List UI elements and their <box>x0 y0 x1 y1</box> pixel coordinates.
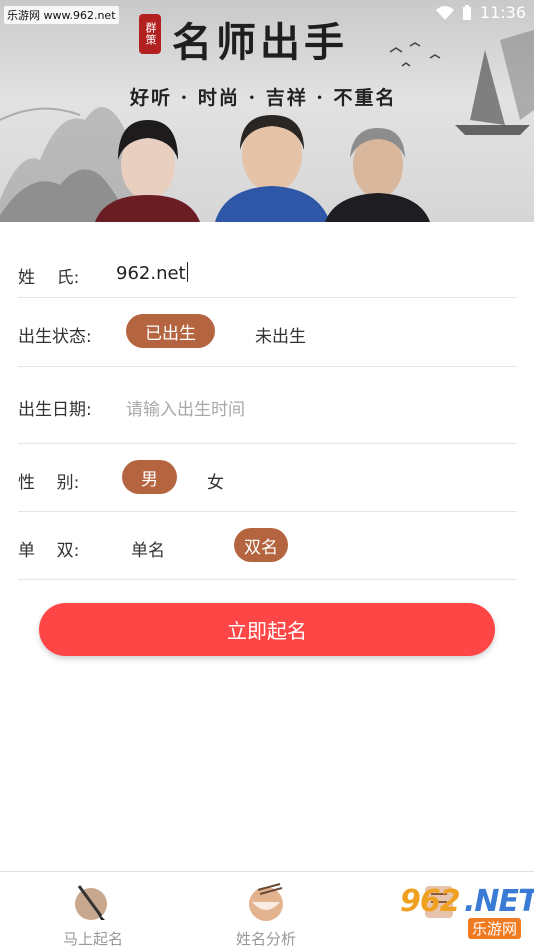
double-name-option[interactable]: 双名 <box>234 528 288 562</box>
text-cursor <box>186 262 188 282</box>
banner-slogan: 好听 · 时尚 · 吉祥 · 不重名 <box>130 87 397 109</box>
birth-date-input[interactable]: 请输入出生时间 <box>126 395 245 420</box>
surname-label: 姓 氏: <box>18 268 80 288</box>
nav-item-quick-naming[interactable]: 马上起名 <box>38 878 148 948</box>
watermark-net: .NET <box>464 884 534 919</box>
surname-input[interactable]: 962.net <box>116 262 188 284</box>
surname-row: 姓 氏: 962.net <box>18 222 517 298</box>
status-time: 11:36 <box>479 3 526 22</box>
banner-title: 名师出手 <box>172 19 348 66</box>
gender-male-option[interactable]: 男 <box>122 460 177 494</box>
nav-label-quick-naming: 马上起名 <box>62 930 123 948</box>
gender-female-option[interactable]: 女 <box>207 468 224 493</box>
name-length-label: 单 双: <box>18 541 80 561</box>
birth-date-label: 出生日期: <box>18 400 92 420</box>
gender-row: 性 别: 男 女 <box>18 444 517 512</box>
battery-icon <box>462 4 471 20</box>
start-naming-button[interactable]: 立即起名 <box>39 603 495 656</box>
birth-status-row: 出生状态: 已出生 未出生 <box>18 298 517 367</box>
bowl-icon <box>249 883 283 921</box>
teacher-portrait-right <box>325 128 430 222</box>
nav-label-name-analysis: 姓名分析 <box>235 930 296 948</box>
site-logo-watermark: 962 .NET 乐游网 <box>398 880 534 942</box>
birth-status-label: 出生状态: <box>18 327 92 347</box>
birth-date-row: 出生日期: 请输入出生时间 <box>18 367 517 444</box>
surname-value: 962.net <box>116 263 186 284</box>
gender-label: 性 别: <box>18 473 80 493</box>
teacher-portrait-center <box>215 115 330 222</box>
seal-stamp: 群策 <box>139 14 161 54</box>
naming-form: 姓 氏: 962.net 出生状态: 已出生 未出生 出生日期: 请输入出生时间… <box>18 222 517 580</box>
birth-status-unborn-option[interactable]: 未出生 <box>255 322 306 347</box>
single-name-option[interactable]: 单名 <box>131 536 165 561</box>
site-watermark: 乐游网 www.962.net <box>4 6 119 24</box>
watermark-962: 962 <box>400 884 461 919</box>
birth-status-born-option[interactable]: 已出生 <box>126 314 215 348</box>
header-banner: 乐游网 www.962.net 11:36 群策 名师出手 好听 · 时尚 · … <box>0 0 534 222</box>
nav-item-name-analysis[interactable]: 姓名分析 <box>211 878 321 948</box>
watermark-cn: 乐游网 <box>468 918 522 939</box>
brush-icon <box>75 885 107 920</box>
wifi-icon <box>435 5 454 20</box>
name-length-row: 单 双: 单名 双名 <box>18 512 517 580</box>
